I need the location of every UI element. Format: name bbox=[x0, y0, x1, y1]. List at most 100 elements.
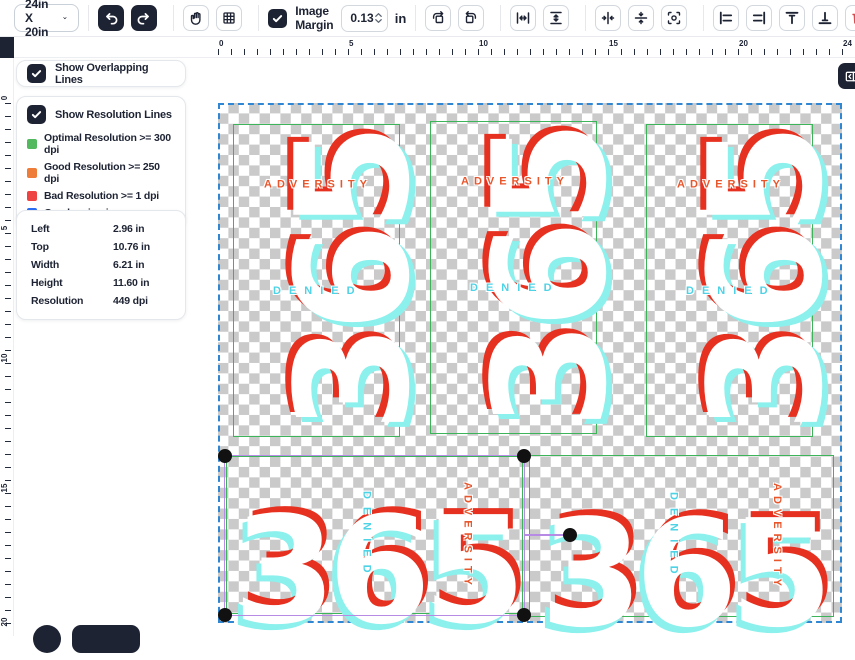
resize-handle-top-left[interactable] bbox=[218, 449, 232, 463]
design-image[interactable]: 365 ADVERSITY DENIED bbox=[233, 124, 400, 437]
image-margin-label: Image Margin bbox=[295, 4, 333, 32]
property-top: Top 10.76 in bbox=[31, 238, 185, 256]
align-top-icon bbox=[784, 10, 800, 26]
rotation-handle[interactable] bbox=[563, 528, 577, 542]
toolbar-separator bbox=[173, 5, 174, 31]
ruler-label: 5 bbox=[349, 39, 353, 48]
undo-button[interactable] bbox=[98, 5, 124, 31]
center-horizontal-button[interactable] bbox=[595, 5, 621, 31]
toolbar-separator bbox=[88, 5, 89, 31]
align-bottom-icon bbox=[817, 10, 833, 26]
vertical-ruler-ticks bbox=[5, 103, 11, 636]
sheet-size-value: 24in X 20in bbox=[25, 0, 54, 39]
ruler-label: 0 bbox=[219, 39, 223, 48]
center-artboard-icon bbox=[666, 10, 682, 26]
rotate-left-button[interactable] bbox=[425, 5, 451, 31]
image-margin-input[interactable]: 0.13 bbox=[341, 5, 387, 32]
match-height-icon bbox=[548, 10, 564, 26]
toolbar-separator bbox=[703, 5, 704, 31]
design-word-adversity: ADVERSITY bbox=[647, 175, 814, 193]
collapse-panel-icon bbox=[844, 69, 855, 84]
legend-item: Good Resolution >= 250 dpi bbox=[27, 161, 175, 185]
design-word-adversity: ADVERSITY bbox=[234, 175, 401, 193]
ruler-label: 20 bbox=[0, 616, 8, 628]
resize-handle-bottom-right[interactable] bbox=[517, 608, 531, 622]
vertical-ruler: 0 5 10 15 20 bbox=[0, 58, 14, 636]
align-left-button[interactable] bbox=[713, 5, 739, 31]
rotate-left-icon bbox=[430, 10, 446, 26]
stepper-down-icon bbox=[374, 18, 383, 24]
redo-icon bbox=[136, 10, 152, 26]
toolbar-separator bbox=[500, 5, 501, 31]
design-word-denied: DENIED bbox=[234, 282, 401, 300]
sheet-size-select[interactable]: 24in X 20in bbox=[14, 4, 79, 32]
ruler-label: 15 bbox=[609, 39, 618, 48]
bottom-pill-button[interactable] bbox=[72, 625, 140, 653]
design-image[interactable]: 365 ADVERSITY DENIED bbox=[430, 121, 597, 434]
ruler-label: 20 bbox=[739, 39, 748, 48]
center-vertical-button[interactable] bbox=[628, 5, 654, 31]
image-margin-value: 0.13 bbox=[350, 11, 373, 25]
ruler-corner bbox=[0, 37, 14, 58]
design-word-adversity: ADVERSITY bbox=[431, 172, 598, 190]
undo-icon bbox=[103, 10, 119, 26]
legend-item: Optimal Resolution >= 300 dpi bbox=[27, 132, 175, 156]
show-overlapping-label: Show Overlapping Lines bbox=[55, 62, 175, 86]
show-resolution-checkbox[interactable] bbox=[27, 105, 46, 124]
design-word-denied: DENIED bbox=[647, 282, 814, 300]
chevron-down-icon bbox=[62, 12, 68, 24]
horizontal-ruler: 0 5 10 15 20 24 bbox=[14, 37, 855, 58]
align-top-button[interactable] bbox=[779, 5, 805, 31]
ruler-label: 10 bbox=[0, 352, 8, 364]
grid-button[interactable] bbox=[216, 5, 242, 31]
ruler-label: 0 bbox=[0, 92, 8, 104]
ruler-label: 15 bbox=[0, 482, 8, 494]
margin-unit-label: in bbox=[395, 11, 407, 26]
check-icon bbox=[271, 12, 284, 25]
canvas-artboard[interactable]: 365 ADVERSITY DENIED 365 ADVERSITY DENIE… bbox=[218, 103, 842, 623]
toolbar-separator bbox=[258, 5, 259, 31]
match-width-icon bbox=[515, 10, 531, 26]
collapse-panel-button[interactable] bbox=[838, 63, 855, 89]
legend-swatch-optimal bbox=[27, 139, 37, 149]
show-overlapping-checkbox[interactable] bbox=[27, 64, 46, 83]
align-right-icon bbox=[751, 10, 767, 26]
align-right-button[interactable] bbox=[746, 5, 772, 31]
selection-box[interactable] bbox=[224, 455, 525, 616]
resize-handle-bottom-left[interactable] bbox=[218, 608, 232, 622]
design-word-denied: DENIED bbox=[431, 279, 598, 297]
match-width-button[interactable] bbox=[510, 5, 536, 31]
resize-handle-top-right[interactable] bbox=[517, 449, 531, 463]
image-margin-checkbox[interactable] bbox=[268, 9, 287, 28]
align-bottom-button[interactable] bbox=[812, 5, 838, 31]
pan-button[interactable] bbox=[183, 5, 209, 31]
design-word-adversity: ADVERSITY bbox=[768, 456, 786, 618]
property-height: Height 11.60 in bbox=[31, 274, 185, 292]
rotation-handle-stem bbox=[525, 534, 564, 536]
center-artboard-button[interactable] bbox=[661, 5, 687, 31]
design-word-denied: DENIED bbox=[664, 456, 682, 618]
grid-icon bbox=[221, 10, 237, 26]
delete-button[interactable] bbox=[845, 5, 855, 31]
property-width: Width 6.21 in bbox=[31, 256, 185, 274]
properties-card: Left 2.96 in Top 10.76 in Width 6.21 in … bbox=[16, 210, 186, 320]
check-icon bbox=[30, 67, 43, 80]
ruler-label: 5 bbox=[0, 222, 8, 234]
toolbar-separator bbox=[585, 5, 586, 31]
design-number: 365 bbox=[530, 500, 835, 648]
horizontal-ruler-ticks bbox=[218, 49, 855, 55]
ruler-label: 24 bbox=[843, 39, 852, 48]
toolbar: 24in X 20in Image Margin 0.13 in bbox=[0, 0, 855, 37]
match-height-button[interactable] bbox=[543, 5, 569, 31]
image-margin-stepper[interactable] bbox=[374, 12, 383, 24]
overlapping-lines-card: Show Overlapping Lines bbox=[16, 60, 186, 87]
show-resolution-label: Show Resolution Lines bbox=[55, 109, 172, 121]
legend-item: Bad Resolution >= 1 dpi bbox=[27, 190, 175, 202]
align-left-icon bbox=[718, 10, 734, 26]
rotate-right-button[interactable] bbox=[458, 5, 484, 31]
design-image[interactable]: 365 ADVERSITY DENIED bbox=[646, 124, 813, 437]
hand-icon bbox=[188, 10, 204, 26]
ruler-label: 10 bbox=[479, 39, 488, 48]
redo-button[interactable] bbox=[131, 5, 157, 31]
zoom-fab-button[interactable] bbox=[33, 625, 61, 653]
